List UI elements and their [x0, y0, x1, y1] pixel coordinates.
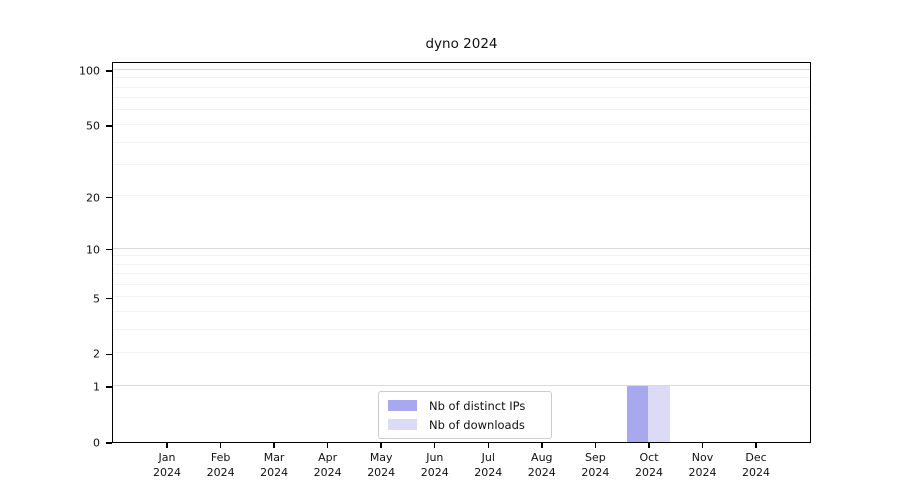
x-tick-year: 2024 — [619, 465, 679, 480]
gridline-minor — [113, 87, 810, 88]
legend-swatch-icon — [388, 419, 417, 430]
x-tick-month: Jun — [405, 450, 465, 465]
gridline-major — [113, 69, 810, 70]
x-tick-label: Sep2024 — [565, 450, 625, 480]
x-tick-year: 2024 — [244, 465, 304, 480]
x-tick-month: Nov — [673, 450, 733, 465]
gridline-minor — [113, 77, 810, 78]
x-tick-mark — [488, 443, 490, 448]
legend-row: Nb of downloads — [388, 415, 542, 434]
x-tick-year: 2024 — [298, 465, 358, 480]
legend-swatch-icon — [388, 400, 417, 411]
x-tick-label: Nov2024 — [673, 450, 733, 480]
x-tick-year: 2024 — [673, 465, 733, 480]
gridline-minor — [113, 164, 810, 165]
gridline-minor — [113, 195, 810, 196]
x-tick-month: Oct — [619, 450, 679, 465]
y-tick-label: 1 — [0, 381, 100, 394]
x-tick-label: Oct2024 — [619, 450, 679, 480]
y-tick-label: 20 — [0, 191, 100, 204]
plot-area — [112, 62, 811, 443]
gridline-minor — [113, 142, 810, 143]
x-tick-mark — [273, 443, 275, 448]
gridline-minor — [113, 109, 810, 110]
gridline-major — [113, 248, 810, 249]
x-tick-mark — [434, 443, 436, 448]
x-tick-mark — [648, 443, 650, 448]
y-tick-label: 2 — [0, 348, 100, 361]
x-tick-year: 2024 — [351, 465, 411, 480]
x-tick-month: Sep — [565, 450, 625, 465]
y-tick-mark — [106, 197, 112, 199]
x-tick-month: Dec — [726, 450, 786, 465]
y-tick-label: 0 — [0, 437, 100, 450]
x-tick-year: 2024 — [726, 465, 786, 480]
x-tick-label: Apr2024 — [298, 450, 358, 480]
gridline-minor — [113, 264, 810, 265]
x-tick-mark — [702, 443, 704, 448]
y-tick-mark — [106, 298, 112, 300]
x-tick-label: Dec2024 — [726, 450, 786, 480]
y-tick-label: 50 — [0, 120, 100, 133]
gridline-minor — [113, 311, 810, 312]
y-tick-mark — [106, 70, 112, 72]
x-tick-mark — [755, 443, 757, 448]
x-tick-year: 2024 — [458, 465, 518, 480]
x-tick-month: May — [351, 450, 411, 465]
chart-title: dyno 2024 — [112, 36, 811, 52]
gridline-major — [113, 385, 810, 386]
x-tick-label: Mar2024 — [244, 450, 304, 480]
chart-figure: dyno 2024 0125102050100 Jan2024Feb2024Ma… — [0, 0, 900, 500]
x-tick-month: Aug — [512, 450, 572, 465]
x-tick-month: Jan — [137, 450, 197, 465]
y-tick-mark — [106, 249, 112, 251]
x-tick-label: Aug2024 — [512, 450, 572, 480]
x-tick-month: Feb — [191, 450, 251, 465]
x-tick-mark — [595, 443, 597, 448]
y-tick-mark — [106, 354, 112, 356]
x-tick-mark — [166, 443, 168, 448]
legend-label: Nb of downloads — [429, 418, 525, 432]
x-tick-mark — [220, 443, 222, 448]
x-tick-year: 2024 — [565, 465, 625, 480]
y-tick-mark — [106, 125, 112, 127]
y-tick-label: 5 — [0, 292, 100, 305]
x-tick-year: 2024 — [405, 465, 465, 480]
x-tick-label: May2024 — [351, 450, 411, 480]
x-tick-label: Feb2024 — [191, 450, 251, 480]
gridline-minor — [113, 296, 810, 297]
x-tick-month: Jul — [458, 450, 518, 465]
legend-rows: Nb of distinct IPs Nb of downloads — [388, 396, 542, 434]
legend: Nb of distinct IPs Nb of downloads — [378, 391, 552, 439]
bar-nb-of-distinct-ips — [627, 386, 648, 442]
gridline-minor — [113, 97, 810, 98]
x-tick-year: 2024 — [512, 465, 572, 480]
legend-label: Nb of distinct IPs — [429, 399, 525, 413]
y-tick-label: 100 — [0, 65, 100, 78]
gridline-minor — [113, 124, 810, 125]
x-tick-month: Mar — [244, 450, 304, 465]
x-tick-mark — [327, 443, 329, 448]
gridline-minor — [113, 273, 810, 274]
gridline-minor — [113, 284, 810, 285]
x-tick-year: 2024 — [137, 465, 197, 480]
y-tick-label: 10 — [0, 243, 100, 256]
gridline-minor — [113, 352, 810, 353]
gridline-minor — [113, 255, 810, 256]
x-tick-year: 2024 — [191, 465, 251, 480]
y-tick-mark — [106, 386, 112, 388]
legend-row: Nb of distinct IPs — [388, 396, 542, 415]
x-tick-mark — [541, 443, 543, 448]
gridline-minor — [113, 329, 810, 330]
x-tick-label: Jul2024 — [458, 450, 518, 480]
bar-nb-of-downloads — [648, 386, 669, 442]
x-tick-month: Apr — [298, 450, 358, 465]
y-tick-mark — [106, 442, 112, 444]
x-tick-mark — [380, 443, 382, 448]
x-tick-label: Jan2024 — [137, 450, 197, 480]
x-tick-label: Jun2024 — [405, 450, 465, 480]
